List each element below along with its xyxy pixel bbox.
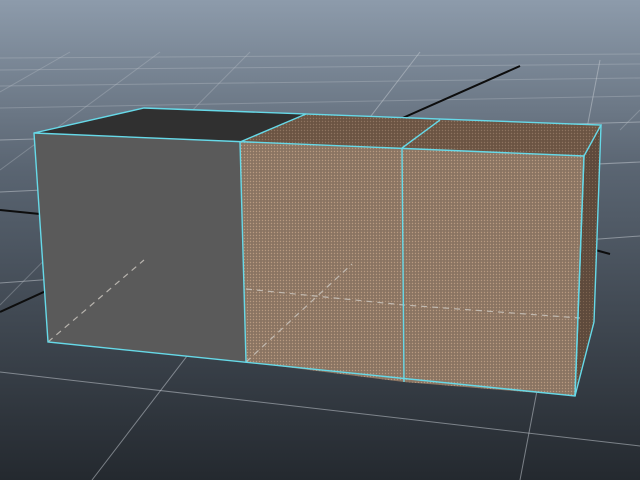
3d-viewport[interactable] xyxy=(0,0,640,480)
cube-selected-2[interactable] xyxy=(402,120,601,396)
cube-front-face[interactable] xyxy=(240,142,404,382)
cube-front-face[interactable] xyxy=(34,133,246,362)
viewport-canvas[interactable] xyxy=(0,0,640,480)
cube-front-face[interactable] xyxy=(402,148,584,396)
